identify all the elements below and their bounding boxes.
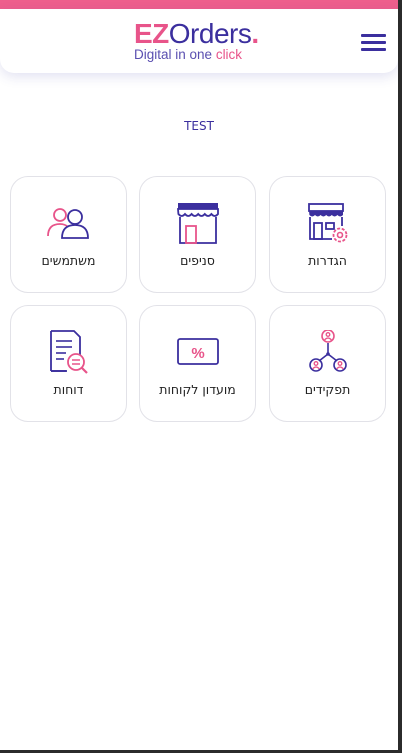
report-search-icon xyxy=(49,330,88,374)
tile-label: דוחות xyxy=(53,382,84,397)
app-screen: EZOrders. Digital in one click TEST הגדר… xyxy=(0,0,402,753)
tile-branches[interactable]: סניפים xyxy=(139,176,256,293)
tile-reports[interactable]: דוחות xyxy=(10,305,127,422)
tile-customer-club[interactable]: % מועדון לקוחות xyxy=(139,305,256,422)
storefront-icon xyxy=(176,203,219,244)
tile-label: משתמשים xyxy=(41,253,96,268)
org-roles-icon xyxy=(308,330,347,372)
store-settings-icon xyxy=(307,203,347,243)
logo-wordmark: EZOrders. xyxy=(134,18,259,49)
tile-label: תפקידים xyxy=(304,382,351,397)
app-header: EZOrders. Digital in one click xyxy=(0,9,398,73)
tile-settings[interactable]: הגדרות xyxy=(269,176,386,293)
ezorders-logo[interactable]: EZOrders. Digital in one click xyxy=(134,20,266,64)
discount-coupon-icon: % xyxy=(176,338,219,365)
tile-users[interactable]: משתמשים xyxy=(10,176,127,293)
users-icon xyxy=(46,208,89,239)
hamburger-menu-icon[interactable] xyxy=(361,34,386,52)
logo-tagline: Digital in one click xyxy=(134,47,243,62)
tile-label: מועדון לקוחות xyxy=(159,382,236,397)
top-accent-bar xyxy=(0,0,398,9)
tile-label: הגדרות xyxy=(308,253,347,268)
window-edge-right xyxy=(398,0,402,753)
svg-text:%: % xyxy=(191,345,204,362)
store-name: TEST xyxy=(184,119,214,133)
tile-label: סניפים xyxy=(180,253,215,268)
tile-roles[interactable]: תפקידים xyxy=(269,305,386,422)
